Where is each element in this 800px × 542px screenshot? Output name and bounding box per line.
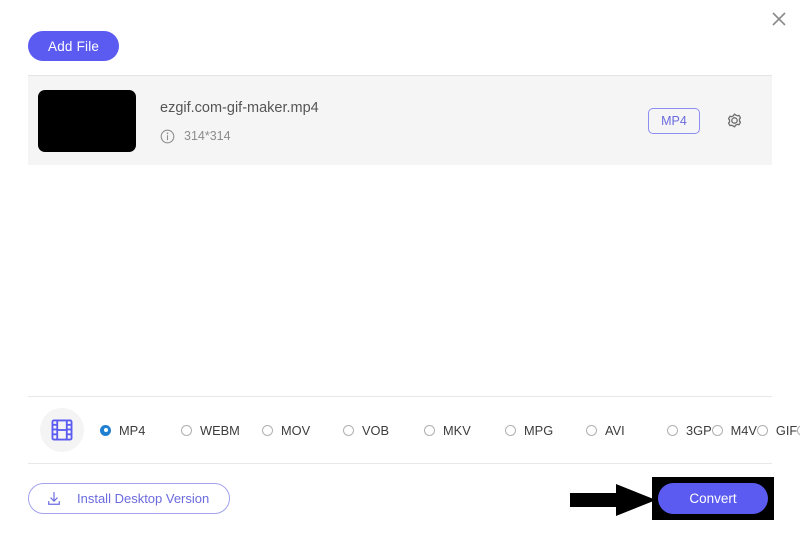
file-resolution: 314*314 <box>184 129 231 143</box>
file-name: ezgif.com-gif-maker.mp4 <box>160 99 319 116</box>
format-option-mpg[interactable]: MPG <box>505 418 586 443</box>
download-icon <box>48 491 60 505</box>
radio-icon <box>100 424 111 436</box>
format-option-gif[interactable]: GIF <box>756 418 798 443</box>
video-format-group-button[interactable] <box>40 408 84 452</box>
radio-icon <box>262 424 273 436</box>
file-details: 314*314 <box>160 129 648 144</box>
file-info: ezgif.com-gif-maker.mp4 314*314 <box>160 98 648 144</box>
convert-button[interactable]: Convert <box>658 483 768 514</box>
format-option-label: M4V <box>730 422 757 438</box>
format-option-label: MOV <box>281 422 311 438</box>
convert-button-highlight-box: Convert <box>652 477 774 520</box>
output-format-bar: MP4 WEBM MOV VOB MKV MPG AVI 3GP M4V GIF <box>28 396 800 464</box>
gear-icon <box>727 113 741 128</box>
radio-icon <box>424 424 435 436</box>
radio-icon <box>586 424 597 436</box>
film-strip-icon <box>51 419 73 441</box>
format-option-m4v[interactable]: M4V <box>711 418 757 443</box>
format-option-3gp[interactable]: 3GP <box>667 418 712 443</box>
radio-icon <box>505 424 516 436</box>
radio-icon <box>343 424 354 436</box>
install-desktop-version-button[interactable]: Install Desktop Version <box>28 483 231 514</box>
format-option-label: MKV <box>443 422 471 438</box>
format-option-mp4[interactable]: MP4 <box>100 418 181 443</box>
radio-icon <box>667 424 678 436</box>
info-icon[interactable] <box>160 129 175 144</box>
format-option-mkv[interactable]: MKV <box>424 418 505 443</box>
annotation-arrow <box>570 484 656 516</box>
file-output-format-badge[interactable]: MP4 <box>648 107 700 134</box>
close-window-button[interactable] <box>766 6 792 32</box>
format-option-label: WEBM <box>200 422 240 438</box>
format-option-label: VOB <box>362 422 390 438</box>
file-list-item[interactable]: ezgif.com-gif-maker.mp4 314*314 MP4 <box>28 75 772 165</box>
format-option-mov[interactable]: MOV <box>262 418 343 443</box>
radio-icon <box>756 424 768 436</box>
radio-icon <box>181 424 192 436</box>
format-option-label: 3GP <box>686 422 712 438</box>
format-option-label: GIF <box>775 422 798 438</box>
file-list: ezgif.com-gif-maker.mp4 314*314 MP4 <box>28 75 772 165</box>
format-option-label: MPG <box>524 422 554 438</box>
format-option-label: MP4 <box>119 422 146 438</box>
format-option-avi[interactable]: AVI <box>586 418 667 443</box>
format-option-webm[interactable]: WEBM <box>181 418 262 443</box>
format-option-label: AVI <box>605 422 625 438</box>
add-file-button[interactable]: Add File <box>28 31 120 61</box>
video-thumbnail <box>38 89 136 152</box>
format-option-vob[interactable]: VOB <box>343 418 424 443</box>
radio-icon <box>711 424 723 436</box>
video-converter-window: Add File ezgif.com-gif-maker.mp4 314*314… <box>0 0 800 542</box>
close-icon <box>772 12 786 26</box>
format-options-grid: MP4 WEBM MOV VOB MKV MPG AVI 3GP M4V GIF <box>100 418 800 443</box>
file-settings-button[interactable] <box>722 109 746 133</box>
install-desktop-version-label: Install Desktop Version <box>77 491 210 506</box>
